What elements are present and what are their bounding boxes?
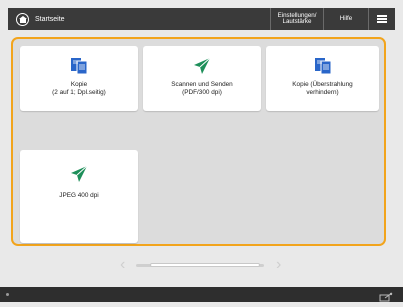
settings-volume-label: Einstellungen/ Lautstärke bbox=[277, 11, 317, 25]
tile-scan-send-pdf[interactable]: Scannen und Senden (PDF/300 dpi) bbox=[143, 46, 261, 111]
copy-icon bbox=[70, 56, 88, 76]
top-bar: Startseite Einstellungen/ Lautstärke Hil… bbox=[8, 8, 395, 30]
tile-copy-prevent-bleed[interactable]: Kopie (Überstrahlung verhindern) bbox=[266, 46, 379, 111]
help-button[interactable]: Hilfe bbox=[323, 8, 368, 30]
tile-copy-2on1-duplex[interactable]: Kopie (2 auf 1; Dpl.seitig) bbox=[20, 46, 138, 111]
tile-label: Kopie (2 auf 1; Dpl.seitig) bbox=[52, 81, 106, 96]
home-icon bbox=[16, 12, 29, 26]
home-label: Startseite bbox=[35, 15, 65, 23]
device-status-icon[interactable] bbox=[379, 289, 393, 302]
status-bar bbox=[0, 287, 403, 302]
tile-label: JPEG 400 dpi bbox=[59, 192, 99, 199]
menu-icon bbox=[377, 15, 387, 23]
help-label: Hilfe bbox=[339, 14, 353, 22]
menu-button[interactable] bbox=[368, 8, 395, 30]
tile-label: Kopie (Überstrahlung verhindern) bbox=[292, 81, 353, 96]
send-icon bbox=[69, 164, 89, 184]
scrollbar-thumb[interactable] bbox=[150, 263, 260, 267]
send-icon bbox=[192, 56, 212, 76]
page-navigation: ‹ › bbox=[0, 256, 403, 274]
tile-label: Scannen und Senden (PDF/300 dpi) bbox=[171, 81, 233, 96]
copy-icon bbox=[314, 56, 332, 76]
next-page-arrow[interactable]: › bbox=[276, 256, 281, 274]
status-indicator-icon bbox=[6, 293, 9, 296]
settings-volume-button[interactable]: Einstellungen/ Lautstärke bbox=[270, 8, 323, 30]
function-tile-panel: Kopie (2 auf 1; Dpl.seitig) Scannen und … bbox=[11, 37, 386, 246]
home-button[interactable]: Startseite bbox=[8, 8, 270, 30]
prev-page-arrow[interactable]: ‹ bbox=[120, 256, 125, 274]
tile-jpeg-400dpi[interactable]: JPEG 400 dpi bbox=[20, 150, 138, 243]
